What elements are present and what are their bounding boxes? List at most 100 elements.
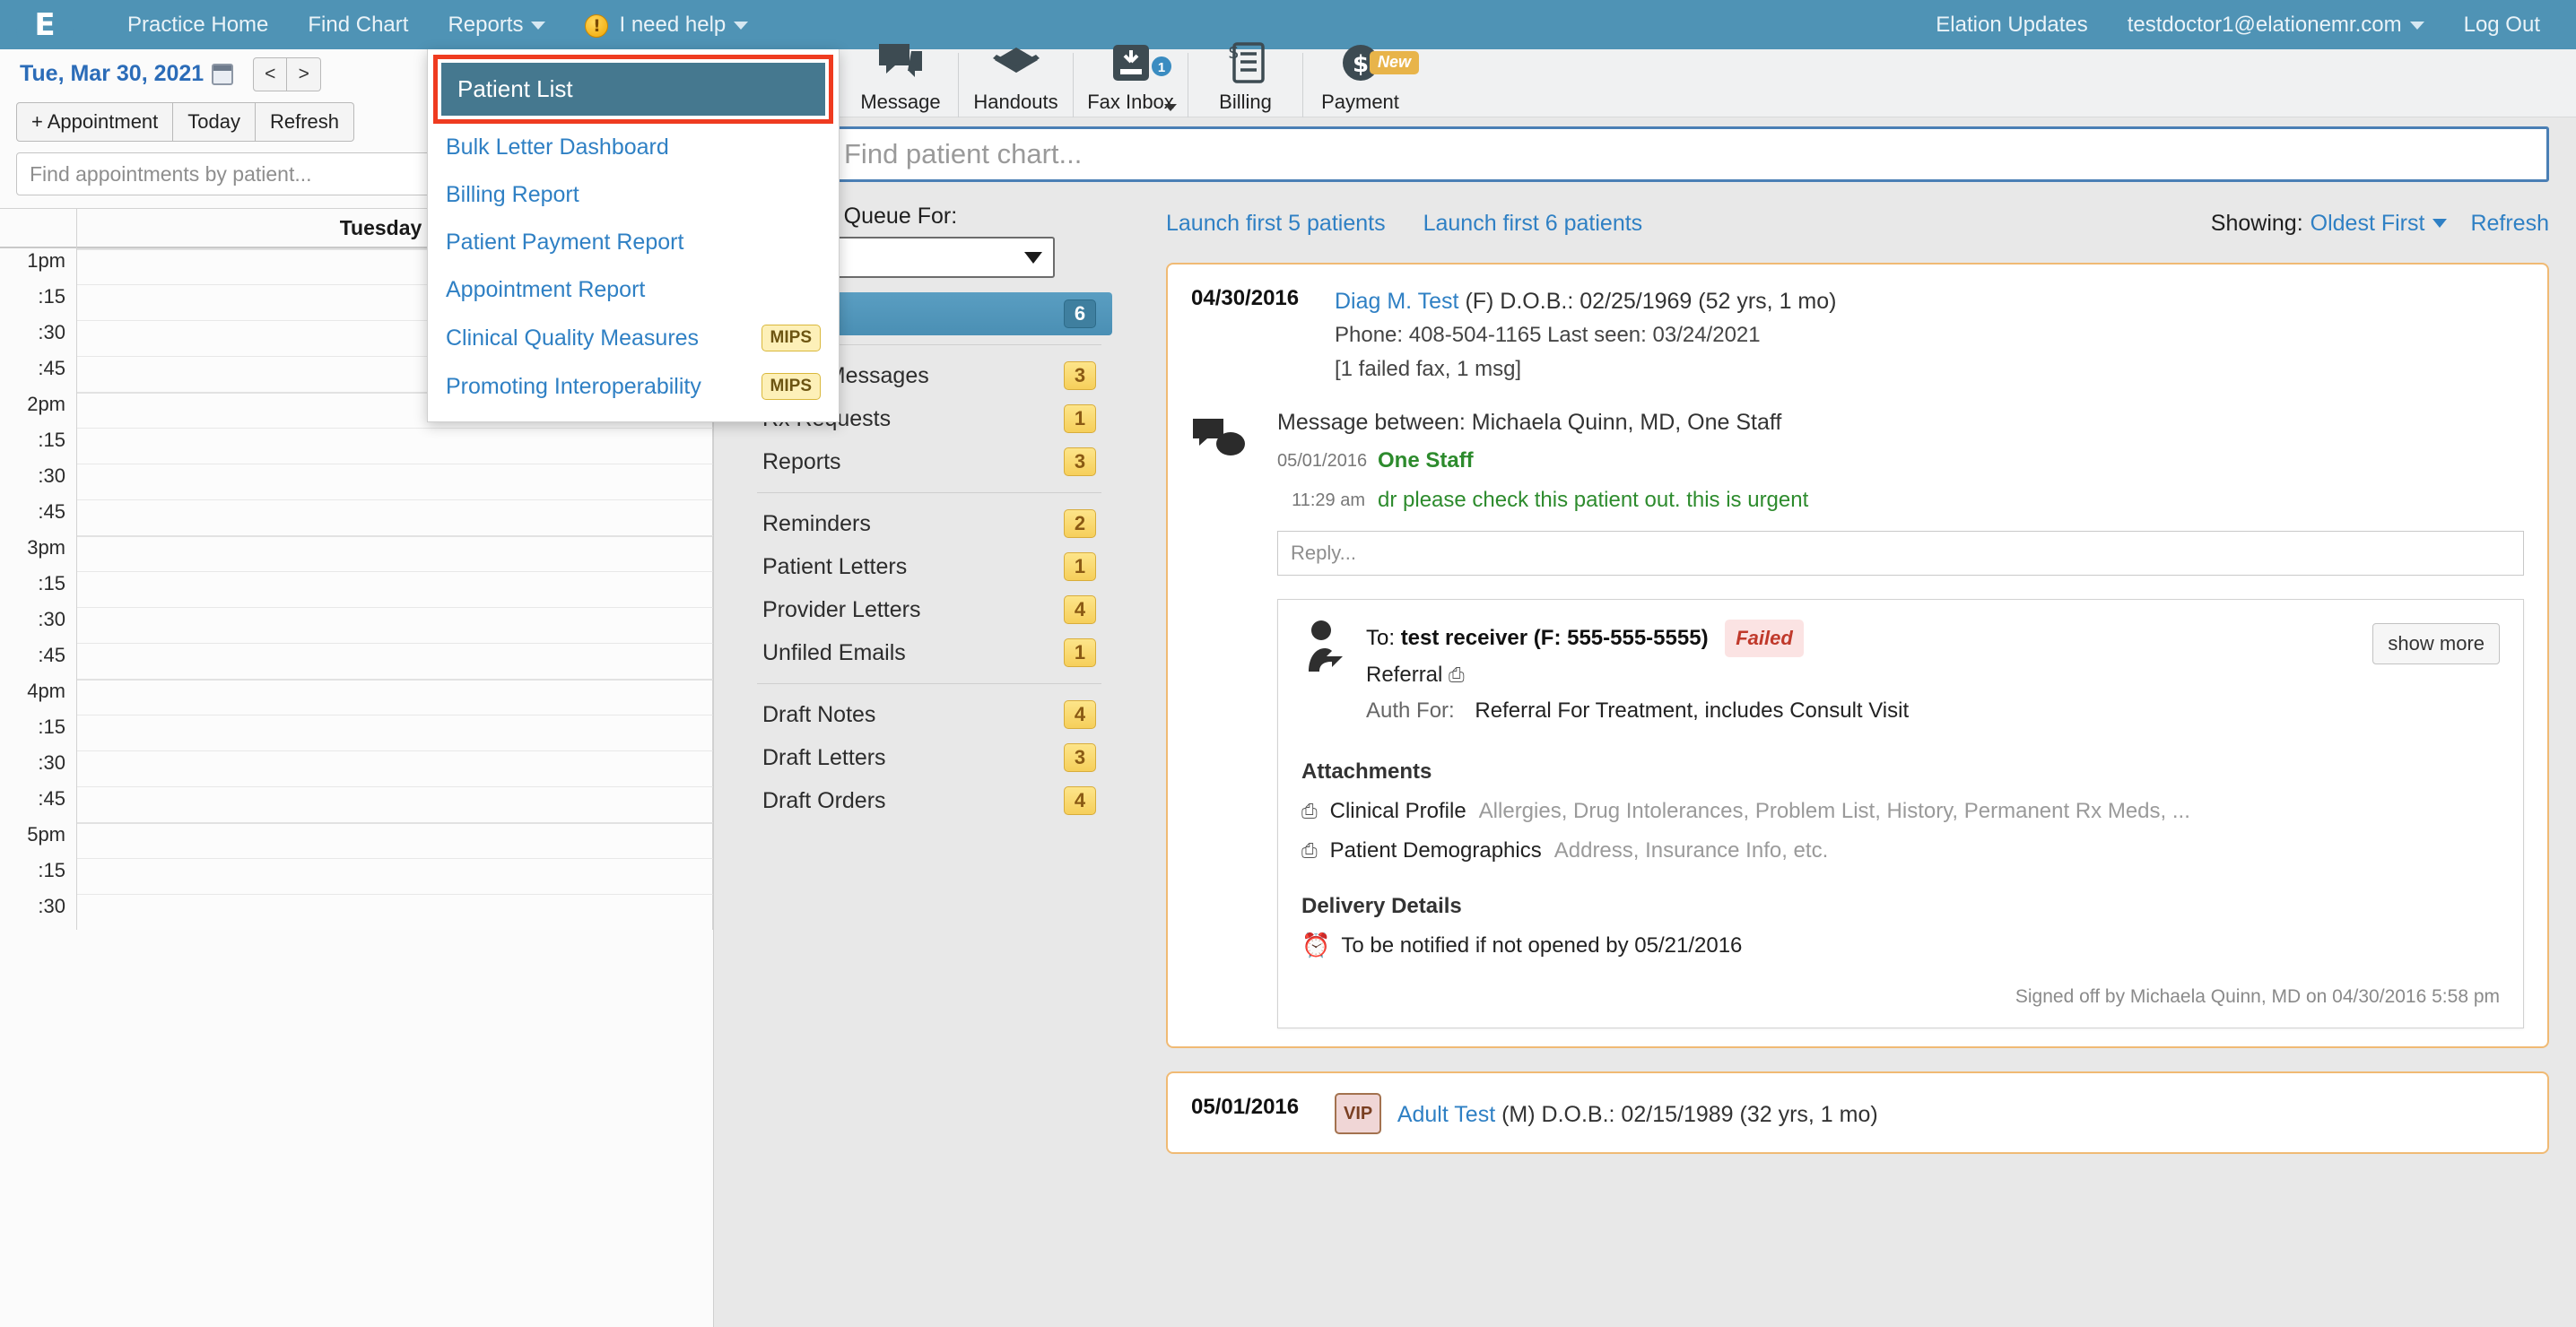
reports-menu-item-billing-report[interactable]: Billing Report xyxy=(428,171,839,219)
calendar-slot-row[interactable]: :30 xyxy=(0,607,713,643)
today-button[interactable]: Today xyxy=(173,102,256,142)
reports-menu-item-appointment-report[interactable]: Appointment Report xyxy=(428,266,839,314)
calendar-slot-cell[interactable] xyxy=(77,428,713,464)
calendar-slot-label: 3pm xyxy=(0,535,77,571)
calendar-refresh-button[interactable]: Refresh xyxy=(256,102,354,142)
calendar-slot-cell[interactable] xyxy=(77,786,713,822)
message-block: Message between: Michaela Quinn, MD, One… xyxy=(1191,410,2524,576)
mips-badge: MIPS xyxy=(761,373,821,400)
reports-menu-item-patient-list[interactable]: Patient List xyxy=(440,62,826,117)
nav-elation-updates[interactable]: Elation Updates xyxy=(1916,0,2107,49)
attachment-link-icon[interactable]: ⎙ xyxy=(1449,664,1465,686)
calendar-slot-cell[interactable] xyxy=(77,607,713,643)
calendar-picker-icon[interactable] xyxy=(212,64,233,85)
patient-chart-search-input[interactable]: Find patient chart... xyxy=(825,126,2549,182)
calendar-slot-row[interactable]: :45 xyxy=(0,643,713,679)
elation-logo[interactable]: E xyxy=(0,0,90,49)
queue-item-reminders[interactable]: Reminders2 xyxy=(746,502,1112,545)
nav-log-out[interactable]: Log Out xyxy=(2444,0,2560,49)
calendar-slot-row[interactable]: :45 xyxy=(0,499,713,535)
calendar-slot-row[interactable]: :15 xyxy=(0,428,713,464)
appointment-search-placeholder: Find appointments by patient... xyxy=(30,162,312,186)
calendar-slot-row[interactable]: :15 xyxy=(0,858,713,894)
calendar-slot-cell[interactable] xyxy=(77,858,713,894)
queue-item-reports[interactable]: Reports3 xyxy=(746,440,1112,483)
patient-chart-search-placeholder: Find patient chart... xyxy=(844,138,1082,170)
launch-first-6-link[interactable]: Launch first 6 patients xyxy=(1423,211,1643,237)
attachment-row[interactable]: ⎙ Patient Demographics Address, Insuranc… xyxy=(1301,838,2500,863)
reply-input[interactable]: Reply... xyxy=(1277,531,2524,576)
attachment-row[interactable]: ⎙ Clinical Profile Allergies, Drug Intol… xyxy=(1301,799,2500,824)
queue-item-draft-notes[interactable]: Draft Notes4 xyxy=(746,693,1112,736)
queue-refresh-link[interactable]: Refresh xyxy=(2470,211,2549,237)
fax-detail-card: show more To: test receiver (F: 555-555-… xyxy=(1277,599,2524,1028)
calendar-slot-cell[interactable] xyxy=(77,535,713,571)
nav-account-menu[interactable]: testdoctor1@elationemr.com xyxy=(2108,0,2444,49)
attachment-name: Patient Demographics xyxy=(1330,838,1542,863)
toolbar-payment-button[interactable]: $PaymentNew xyxy=(1302,53,1417,117)
nav-reports[interactable]: Reports xyxy=(428,0,565,49)
calendar-slot-cell[interactable] xyxy=(77,750,713,786)
add-appointment-button[interactable]: + Appointment xyxy=(16,102,173,142)
queue-item-unfiled-emails[interactable]: Unfiled Emails1 xyxy=(746,631,1112,674)
calendar-slot-cell[interactable] xyxy=(77,571,713,607)
reports-menu-item-bulk-letter-dashboard[interactable]: Bulk Letter Dashboard xyxy=(428,124,839,171)
alarm-clock-icon: ⏰ xyxy=(1301,932,1330,959)
nav-find-chart[interactable]: Find Chart xyxy=(288,0,428,49)
reports-menu-item-promoting-interoperability[interactable]: Promoting InteroperabilityMIPS xyxy=(428,362,839,411)
toolbar-billing-button[interactable]: $Billing xyxy=(1188,53,1302,117)
showing-sort-value[interactable]: Oldest First xyxy=(2311,211,2425,237)
calendar-slot-cell[interactable] xyxy=(77,822,713,858)
calendar-slot-cell[interactable] xyxy=(77,464,713,499)
chevron-down-icon[interactable] xyxy=(1164,104,1177,111)
toolbar-item-badge: 1 xyxy=(1150,55,1173,78)
calendar-prev-button[interactable]: < xyxy=(253,57,287,91)
calendar-slot-row[interactable]: :30 xyxy=(0,464,713,499)
message-content: Message between: Michaela Quinn, MD, One… xyxy=(1277,410,2524,576)
delivery-details-title: Delivery Details xyxy=(1301,894,2500,919)
calendar-slot-row[interactable]: :15 xyxy=(0,571,713,607)
calendar-slot-row[interactable]: 5pm xyxy=(0,822,713,858)
patient-name-link[interactable]: Diag M. Test xyxy=(1335,289,1458,314)
calendar-slot-row[interactable]: :15 xyxy=(0,715,713,750)
queue-item-card[interactable]: 05/01/2016 VIP Adult Test (M) D.O.B.: 02… xyxy=(1166,1071,2549,1154)
patient-meta: (F) D.O.B.: 02/25/1969 (52 yrs, 1 mo) xyxy=(1465,289,1836,314)
queue-item-card[interactable]: 04/30/2016 Diag M. Test (F) D.O.B.: 02/2… xyxy=(1166,263,2549,1048)
calendar-slot-cell[interactable] xyxy=(77,679,713,715)
queue-item-patient-letters[interactable]: Patient Letters1 xyxy=(746,545,1112,588)
vip-badge: VIP xyxy=(1335,1093,1381,1134)
launch-first-5-link[interactable]: Launch first 5 patients xyxy=(1166,211,1386,237)
toolbar-handouts-button[interactable]: Handouts xyxy=(958,53,1073,117)
calendar-slot-row[interactable]: :45 xyxy=(0,786,713,822)
calendar-slot-row[interactable]: 4pm xyxy=(0,679,713,715)
calendar-slot-row[interactable]: :30 xyxy=(0,750,713,786)
person-avatar-icon xyxy=(1301,620,1366,729)
fax-recipient-line: To: test receiver (F: 555-555-5555) Fail… xyxy=(1366,620,2500,657)
calendar-slot-cell[interactable] xyxy=(77,499,713,535)
calendar-slot-cell[interactable] xyxy=(77,715,713,750)
nav-i-need-help[interactable]: !I need help xyxy=(565,0,768,49)
calendar-date-label[interactable]: Tue, Mar 30, 2021 xyxy=(20,61,204,87)
calendar-slot-row[interactable]: 3pm xyxy=(0,535,713,571)
calendar-slot-cell[interactable] xyxy=(77,643,713,679)
calendar-slot-row[interactable]: :30 xyxy=(0,894,713,930)
patient-name-link[interactable]: Adult Test xyxy=(1397,1102,1495,1127)
calendar-nav-buttons: < > xyxy=(253,57,321,91)
toolbar-fax-inbox-button[interactable]: Fax Inbox1 xyxy=(1073,53,1188,117)
fax-type-value: Referral xyxy=(1366,663,1442,687)
reports-menu-item-patient-payment-report[interactable]: Patient Payment Report xyxy=(428,219,839,266)
toolbar-message-button[interactable]: Message xyxy=(843,53,958,117)
show-more-button[interactable]: show more xyxy=(2372,623,2500,664)
queue-item-draft-orders[interactable]: Draft Orders4 xyxy=(746,779,1112,822)
calendar-slot-cell[interactable] xyxy=(77,894,713,930)
queue-item-draft-letters[interactable]: Draft Letters3 xyxy=(746,736,1112,779)
reports-menu-item-clinical-quality-measures[interactable]: Clinical Quality MeasuresMIPS xyxy=(428,314,839,362)
calendar-slot-label: 2pm xyxy=(0,392,77,428)
calendar-next-button[interactable]: > xyxy=(287,57,321,91)
queue-item-provider-letters[interactable]: Provider Letters4 xyxy=(746,588,1112,631)
nav-practice-home[interactable]: Practice Home xyxy=(108,0,288,49)
fax-inbox-icon xyxy=(1110,42,1152,87)
queue-item-label: Provider Letters xyxy=(762,597,920,623)
patient-name-line: VIP Adult Test (M) D.O.B.: 02/15/1989 (3… xyxy=(1335,1093,2524,1134)
showing-controls: Showing: Oldest First Refresh xyxy=(2211,211,2549,237)
